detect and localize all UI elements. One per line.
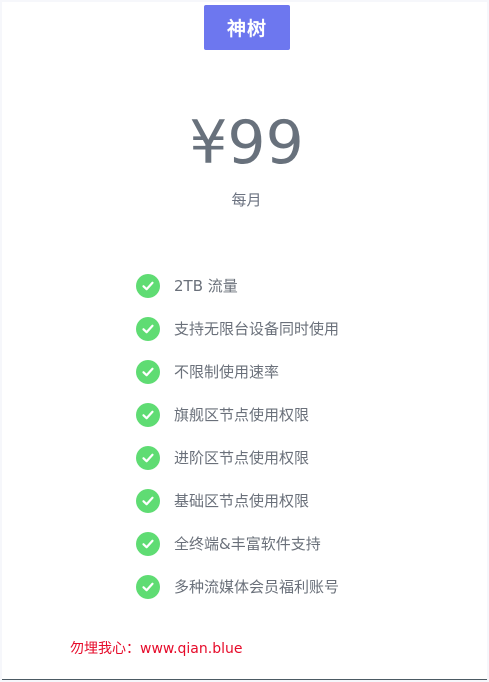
check-circle-icon xyxy=(136,359,160,384)
feature-label: 旗舰区节点使用权限 xyxy=(174,406,310,424)
billing-period: 每月 xyxy=(231,191,262,209)
check-circle-icon xyxy=(136,488,160,513)
check-circle-icon xyxy=(136,273,160,298)
check-circle-icon xyxy=(136,402,160,427)
feature-label: 基础区节点使用权限 xyxy=(174,492,310,510)
feature-label: 全终端&丰富软件支持 xyxy=(174,535,321,553)
footer-note: 勿埋我心：www.qian.blue xyxy=(70,641,243,657)
feature-item: 多种流媒体会员福利账号 xyxy=(136,565,339,608)
feature-label: 不限制使用速率 xyxy=(174,363,280,381)
feature-label: 进阶区节点使用权限 xyxy=(174,449,310,467)
feature-item: 支持无限台设备同时使用 xyxy=(136,307,339,350)
feature-item: 全终端&丰富软件支持 xyxy=(136,522,339,565)
plan-price: ¥99 xyxy=(189,108,304,178)
feature-item: 旗舰区节点使用权限 xyxy=(136,393,339,436)
feature-label: 2TB 流量 xyxy=(174,277,238,295)
pricing-card: 神树 ¥99 每月 2TB 流量 支持无限台设备同时使用 不限制使用速率 旗舰区… xyxy=(2,2,487,680)
feature-item: 不限制使用速率 xyxy=(136,350,339,393)
feature-item: 基础区节点使用权限 xyxy=(136,479,339,522)
feature-item: 2TB 流量 xyxy=(136,264,339,307)
check-circle-icon xyxy=(136,574,160,599)
feature-label: 支持无限台设备同时使用 xyxy=(174,320,340,338)
plan-name-badge: 神树 xyxy=(204,5,290,50)
check-circle-icon xyxy=(136,445,160,470)
feature-list: 2TB 流量 支持无限台设备同时使用 不限制使用速率 旗舰区节点使用权限 进阶区… xyxy=(136,264,339,608)
feature-label: 多种流媒体会员福利账号 xyxy=(174,578,340,596)
feature-item: 进阶区节点使用权限 xyxy=(136,436,339,479)
check-circle-icon xyxy=(136,316,160,341)
check-circle-icon xyxy=(136,531,160,556)
